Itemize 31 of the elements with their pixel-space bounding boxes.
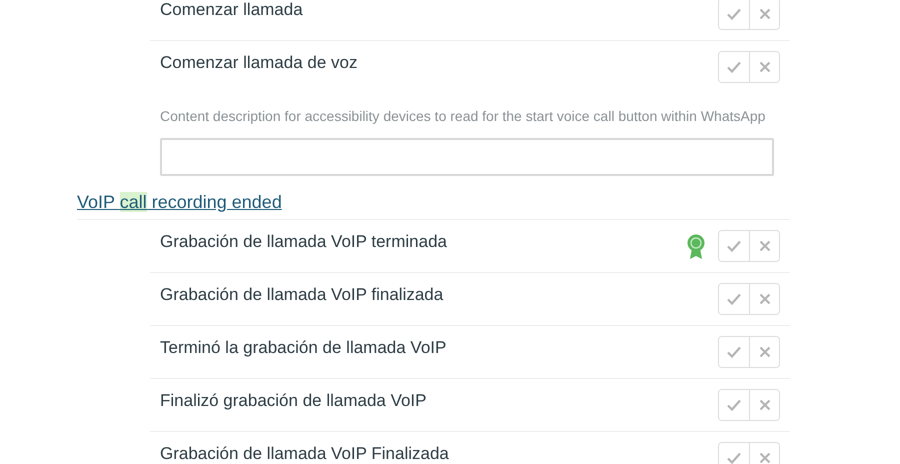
reject-button[interactable] — [749, 337, 779, 367]
suggestion-text: Comenzar llamada — [159, 0, 304, 20]
context-description: Content description for accessibility devices to read for the start voice call button within WhatsApp — [160, 108, 766, 124]
suggestion-text: Grabación de llamada VoIP Finalizada — [159, 443, 450, 464]
close-icon — [758, 293, 770, 305]
check-icon — [727, 293, 741, 305]
reject-button[interactable] — [749, 390, 779, 420]
close-icon — [758, 346, 770, 358]
suggestion-text: Comenzar llamada de voz — [159, 52, 358, 73]
close-icon — [758, 8, 770, 20]
suggestion-text: Grabación de llamada VoIP finalizada — [159, 284, 444, 305]
check-icon — [727, 240, 741, 252]
suggestion-text: Terminó la grabación de llamada VoIP — [159, 337, 448, 358]
close-icon — [758, 399, 770, 411]
check-icon — [727, 399, 741, 411]
reject-button[interactable] — [749, 284, 779, 314]
suggestion-text: Finalizó grabación de llamada VoIP — [159, 390, 428, 411]
reject-button[interactable] — [749, 52, 779, 82]
close-icon — [758, 61, 770, 73]
check-icon — [727, 452, 741, 464]
check-icon — [727, 8, 741, 20]
reject-button[interactable] — [749, 443, 779, 464]
check-icon — [727, 61, 741, 73]
reject-button[interactable] — [749, 0, 779, 29]
reject-button[interactable] — [749, 231, 779, 261]
close-icon — [758, 452, 770, 464]
close-icon — [758, 240, 770, 252]
check-icon — [727, 346, 741, 358]
suggestion-text: Grabación de llamada VoIP terminada — [159, 231, 448, 252]
string-link[interactable]: VoIP call recording ended — [77, 192, 282, 212]
translation-input[interactable] — [160, 138, 774, 176]
